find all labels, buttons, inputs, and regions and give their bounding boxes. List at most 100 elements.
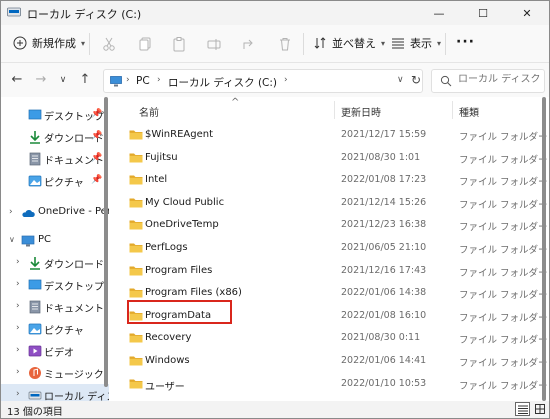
address-dropdown-icon[interactable]: ∨	[397, 75, 404, 85]
recent-chevron-icon[interactable]: ∨	[55, 72, 71, 88]
back-arrow-icon[interactable]: ←	[9, 72, 25, 88]
pin-icon[interactable]: 📌	[91, 175, 102, 185]
up-arrow-icon[interactable]: ↑	[77, 72, 93, 88]
sort-ascending-icon: ^	[231, 97, 240, 108]
file-row[interactable]: PerfLogs 2021/06/05 21:10 ファイル フォルダー	[113, 237, 548, 259]
file-date: 2022/01/08 17:23	[341, 174, 427, 186]
file-row[interactable]: Intel 2022/01/08 17:23 ファイル フォルダー	[113, 169, 548, 191]
copy-icon[interactable]	[137, 36, 153, 52]
file-row[interactable]: Recovery 2021/08/30 0:11 ファイル フォルダー	[113, 327, 548, 349]
sidebar-item-pictures-quick[interactable]: ピクチャ 📌	[1, 170, 109, 192]
music-icon	[29, 367, 41, 379]
desktop-icon	[28, 109, 42, 120]
share-icon[interactable]	[241, 36, 257, 52]
sidebar-item-desktop[interactable]: › デスクトップ	[1, 274, 109, 296]
close-button[interactable]: ✕	[505, 1, 549, 25]
breadcrumb-local-disk[interactable]: ローカル ディスク (C:)	[168, 75, 277, 90]
sidebar-item-onedrive[interactable]: › OneDrive - Perso	[1, 202, 109, 224]
sidebar-item-desktop-quick[interactable]: デスクトップ 📌	[1, 104, 109, 126]
more-options-button[interactable]: ···	[456, 34, 475, 50]
column-divider[interactable]	[334, 101, 335, 119]
sidebar-item-downloads-quick[interactable]: ダウンロード 📌	[1, 126, 109, 148]
refresh-icon[interactable]: ↻	[411, 73, 421, 87]
details-view-button[interactable]	[515, 402, 530, 416]
expand-chevron-icon[interactable]: ›	[16, 345, 20, 355]
file-row[interactable]: Program Files 2021/12/16 17:43 ファイル フォルダー	[113, 260, 548, 282]
search-input[interactable]	[458, 74, 542, 85]
file-row[interactable]: OneDriveTemp 2021/12/23 16:38 ファイル フォルダー	[113, 214, 548, 236]
delete-icon[interactable]	[277, 36, 293, 52]
file-type: ファイル フォルダー	[459, 335, 548, 347]
status-bar: 13 個の項目	[1, 401, 549, 418]
sort-button[interactable]: 並べ替え ▾	[313, 35, 385, 51]
breadcrumb-pc[interactable]: PC	[136, 75, 150, 87]
address-bar[interactable]: › PC › ローカル ディスク (C:) › ∨	[103, 69, 423, 93]
expand-chevron-icon[interactable]: ›	[16, 323, 20, 333]
file-list-scrollbar[interactable]	[542, 97, 546, 401]
cut-icon[interactable]	[101, 36, 117, 52]
sidebar-scrollbar[interactable]	[104, 97, 108, 387]
file-type: ファイル フォルダー	[459, 132, 548, 143]
folder-icon	[129, 379, 143, 389]
paste-icon[interactable]	[171, 36, 187, 52]
chevron-down-icon: ▾	[381, 38, 386, 48]
desktop-icon	[28, 279, 42, 290]
column-type-header[interactable]: 種類	[459, 104, 479, 119]
file-row[interactable]: My Cloud Public 2021/12/14 15:26 ファイル フォルダ…	[113, 192, 548, 214]
chevron-down-icon: ▾	[437, 38, 442, 48]
sidebar-item-documents-quick[interactable]: ドキュメント 📌	[1, 148, 109, 170]
sidebar-item-local-disk[interactable]: › ローカル ディスク	[1, 384, 109, 401]
file-type: ファイル フォルダー	[459, 312, 548, 324]
pin-icon[interactable]: 📌	[91, 131, 102, 141]
sidebar-item-label: ダウンロード	[44, 260, 104, 271]
new-button[interactable]: 新規作成 ▾	[13, 35, 85, 51]
sidebar-item-music[interactable]: › ミュージック	[1, 362, 109, 384]
sidebar-item-label: ローカル ディスク	[44, 392, 109, 401]
expand-chevron-icon[interactable]: ›	[16, 279, 20, 289]
file-row[interactable]: $WinREAgent 2021/12/17 15:59 ファイル フォルダー	[113, 124, 548, 146]
search-box[interactable]	[431, 69, 545, 93]
expand-chevron-icon[interactable]: ›	[16, 301, 20, 311]
column-date-header[interactable]: 更新日時	[341, 104, 381, 119]
expand-chevron-icon[interactable]: ›	[9, 207, 13, 217]
pin-icon[interactable]: 📌	[91, 109, 102, 119]
pin-icon[interactable]: 📌	[91, 153, 102, 163]
toolbar-divider	[445, 33, 446, 55]
sidebar-item-pictures[interactable]: › ピクチャ	[1, 318, 109, 340]
file-row[interactable]: ユーザー 2022/01/10 10:53 ファイル フォルダー	[113, 373, 548, 395]
file-row[interactable]: Fujitsu 2021/08/30 1:01 ファイル フォルダー	[113, 147, 548, 169]
expand-chevron-icon[interactable]: ›	[16, 257, 20, 267]
folder-icon	[129, 175, 143, 185]
highlight-box	[127, 300, 232, 324]
maximize-button[interactable]: ☐	[461, 1, 505, 25]
view-button[interactable]: 表示 ▾	[391, 35, 441, 51]
expand-chevron-icon[interactable]: ›	[16, 389, 20, 399]
column-divider[interactable]	[452, 101, 453, 119]
command-bar: 新規作成 ▾ 並べ替え ▾ 表示 ▾ ···	[1, 25, 549, 63]
collapse-chevron-icon[interactable]: ∨	[9, 235, 15, 244]
expand-chevron-icon[interactable]: ›	[16, 367, 20, 377]
file-date: 2022/01/06 14:41	[341, 355, 427, 366]
file-name: Windows	[145, 355, 190, 366]
file-date: 2021/08/30 1:01	[341, 151, 421, 163]
sidebar-item-pc[interactable]: ∨ PC	[1, 230, 109, 252]
navigation-pane: デスクトップ 📌 ダウンロード 📌 ドキュメント 📌 ピクチャ 📌 › OneD…	[1, 97, 109, 401]
file-row[interactable]: Windows 2022/01/06 14:41 ファイル フォルダー	[113, 350, 548, 372]
column-name-header[interactable]: 名前	[139, 104, 159, 119]
sidebar-item-documents[interactable]: › ドキュメント	[1, 296, 109, 318]
file-list: ^ 名前 更新日時 種類 $WinREAgent 2021/12/17 15:59…	[113, 97, 548, 401]
tiles-view-button[interactable]	[532, 402, 547, 416]
forward-arrow-icon[interactable]: →	[33, 72, 49, 88]
sidebar-item-videos[interactable]: › ビデオ	[1, 340, 109, 362]
sidebar-item-downloads[interactable]: › ダウンロード	[1, 252, 109, 274]
folder-icon	[129, 243, 143, 253]
file-name: OneDriveTemp	[145, 219, 219, 231]
onedrive-icon	[22, 210, 35, 217]
folder-icon	[129, 288, 143, 298]
view-list-icon	[392, 38, 404, 49]
rename-icon[interactable]	[206, 36, 222, 52]
pictures-icon	[28, 323, 42, 335]
minimize-button[interactable]: —	[417, 1, 461, 25]
file-date: 2021/06/05 21:10	[341, 242, 427, 253]
file-name: Fujitsu	[145, 151, 178, 163]
